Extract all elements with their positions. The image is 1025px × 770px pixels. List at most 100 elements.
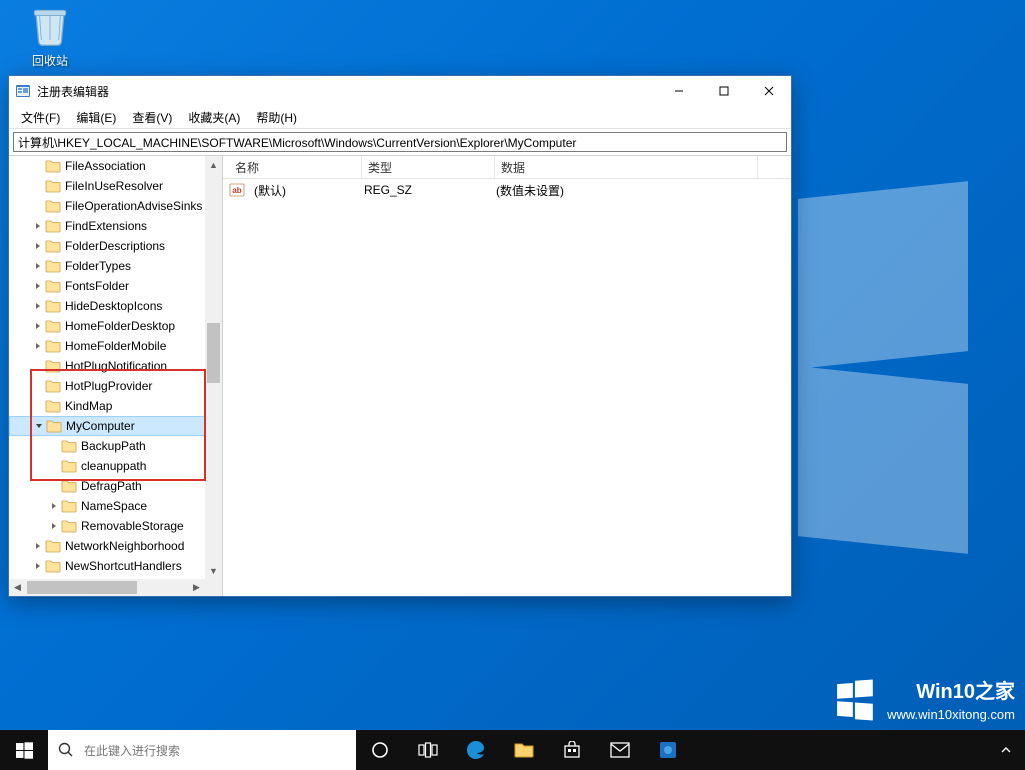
tree-item-mycomputer[interactable]: MyComputer [9,416,205,436]
system-tray[interactable] [991,730,1025,770]
tree-expander-icon [31,159,45,173]
tree-item-label: FileInUseResolver [65,179,163,193]
folder-icon [61,439,77,453]
folder-icon [45,199,61,213]
tree-item-hidedesktopicons[interactable]: HideDesktopIcons [9,296,205,316]
menu-file[interactable]: 文件(F) [13,107,68,128]
tree-expander-icon[interactable] [32,419,46,433]
cortana-icon [371,741,389,759]
scroll-thumb-h[interactable] [27,581,137,594]
tree-expander-icon [31,359,45,373]
tree-item-fontsfolder[interactable]: FontsFolder [9,276,205,296]
tree-item-backuppath[interactable]: BackupPath [9,436,205,456]
scroll-up-button[interactable]: ▲ [205,156,222,173]
start-button[interactable] [0,730,48,770]
tree-item-newshortcuthandlers[interactable]: NewShortcutHandlers [9,556,205,576]
tree-item-removablestorage[interactable]: RemovableStorage [9,516,205,536]
tree-item-label: NewShortcutHandlers [65,559,182,573]
tree-item-label: NameSpace [81,499,147,513]
folder-icon [45,359,61,373]
tree-expander-icon [47,459,61,473]
tree-item-label: NetworkNeighborhood [65,539,184,553]
list-row[interactable]: ab(默认)REG_SZ(数值未设置) [225,181,789,199]
tree-expander-icon[interactable] [31,319,45,333]
titlebar[interactable]: 注册表编辑器 [9,76,791,106]
tree-item-cleanuppath[interactable]: cleanuppath [9,456,205,476]
col-data[interactable]: 数据 [495,156,758,179]
tree-item-homefolderdesktop[interactable]: HomeFolderDesktop [9,316,205,336]
col-name[interactable]: 名称 [229,156,362,179]
horizontal-scrollbar[interactable]: ◀ ▶ [9,579,222,596]
scroll-thumb-v[interactable] [207,323,220,383]
desktop-icon-label: 回收站 [15,52,85,69]
tree-item-findextensions[interactable]: FindExtensions [9,216,205,236]
tree-expander-icon[interactable] [31,219,45,233]
folder-icon [61,479,77,493]
tree-expander-icon[interactable] [31,279,45,293]
tree-item-hotplugprovider[interactable]: HotPlugProvider [9,376,205,396]
window-title: 注册表编辑器 [37,83,109,100]
taskbar-cortana[interactable] [356,730,404,770]
tree-item-hotplugnotification[interactable]: HotPlugNotification [9,356,205,376]
tree-expander-icon [47,479,61,493]
taskbar-app[interactable] [644,730,692,770]
tree-item-kindmap[interactable]: KindMap [9,396,205,416]
taskbar-store[interactable] [548,730,596,770]
tray-chevron[interactable] [991,730,1021,770]
tree-item-label: FileAssociation [65,159,146,173]
tree-item-homefoldermobile[interactable]: HomeFolderMobile [9,336,205,356]
scroll-left-button[interactable]: ◀ [9,579,26,596]
addressbar [9,129,791,155]
svg-text:ab: ab [232,186,241,195]
string-value-icon: ab [229,183,245,197]
scroll-right-button[interactable]: ▶ [188,579,205,596]
tree-expander-icon[interactable] [31,559,45,573]
taskbar-edge[interactable] [452,730,500,770]
desktop-icon-recycle-bin[interactable]: 回收站 [15,5,85,69]
menu-favorites[interactable]: 收藏夹(A) [180,107,248,128]
tree-expander-icon[interactable] [31,239,45,253]
taskbar-mail[interactable] [596,730,644,770]
minimize-button[interactable] [656,76,701,106]
tree-expander-icon[interactable] [47,519,61,533]
tree-expander-icon[interactable] [47,499,61,513]
list-body[interactable]: ab(默认)REG_SZ(数值未设置) [223,179,791,596]
tree-item-folderdescriptions[interactable]: FolderDescriptions [9,236,205,256]
cell-type: REG_SZ [358,183,490,197]
tree-item-networkneighborhood[interactable]: NetworkNeighborhood [9,536,205,556]
tree-item-foldertypes[interactable]: FolderTypes [9,256,205,276]
tree-item-fileinuseresolver[interactable]: FileInUseResolver [9,176,205,196]
maximize-button[interactable] [701,76,746,106]
content-area: FileAssociation FileInUseResolver FileOper… [9,155,791,596]
chevron-up-icon [1000,744,1012,756]
col-type[interactable]: 类型 [362,156,495,179]
taskbar-search[interactable]: 在此键入进行搜索 [48,730,356,770]
tree-item-label: KindMap [65,399,112,413]
vertical-scrollbar[interactable]: ▲ ▼ [205,156,222,579]
tree-item-label: FolderDescriptions [65,239,165,253]
taskbar-taskview[interactable] [404,730,452,770]
menu-edit[interactable]: 编辑(E) [68,107,124,128]
folder-icon [45,279,61,293]
tree-item-defragpath[interactable]: DefragPath [9,476,205,496]
tree-expander-icon[interactable] [31,339,45,353]
address-input[interactable] [13,132,787,152]
tree-expander-icon[interactable] [31,539,45,553]
tree-item-namespace[interactable]: NameSpace [9,496,205,516]
tree-scroll[interactable]: FileAssociation FileInUseResolver FileOper… [9,156,205,579]
folder-icon [45,379,61,393]
close-button[interactable] [746,76,791,106]
folder-icon [61,499,77,513]
folder-icon [45,159,61,173]
tree-item-fileoperationadvisesinks[interactable]: FileOperationAdviseSinks [9,196,205,216]
menu-view[interactable]: 查看(V) [124,107,180,128]
taskbar-explorer[interactable] [500,730,548,770]
scroll-down-button[interactable]: ▼ [205,562,222,579]
tree-item-label: HomeFolderDesktop [65,319,175,333]
tree-expander-icon[interactable] [31,299,45,313]
folder-icon [45,239,61,253]
tree-item-fileassociation[interactable]: FileAssociation [9,156,205,176]
menu-help[interactable]: 帮助(H) [248,107,305,128]
tree-expander-icon[interactable] [31,259,45,273]
list-header[interactable]: 名称 类型 数据 [223,156,791,179]
